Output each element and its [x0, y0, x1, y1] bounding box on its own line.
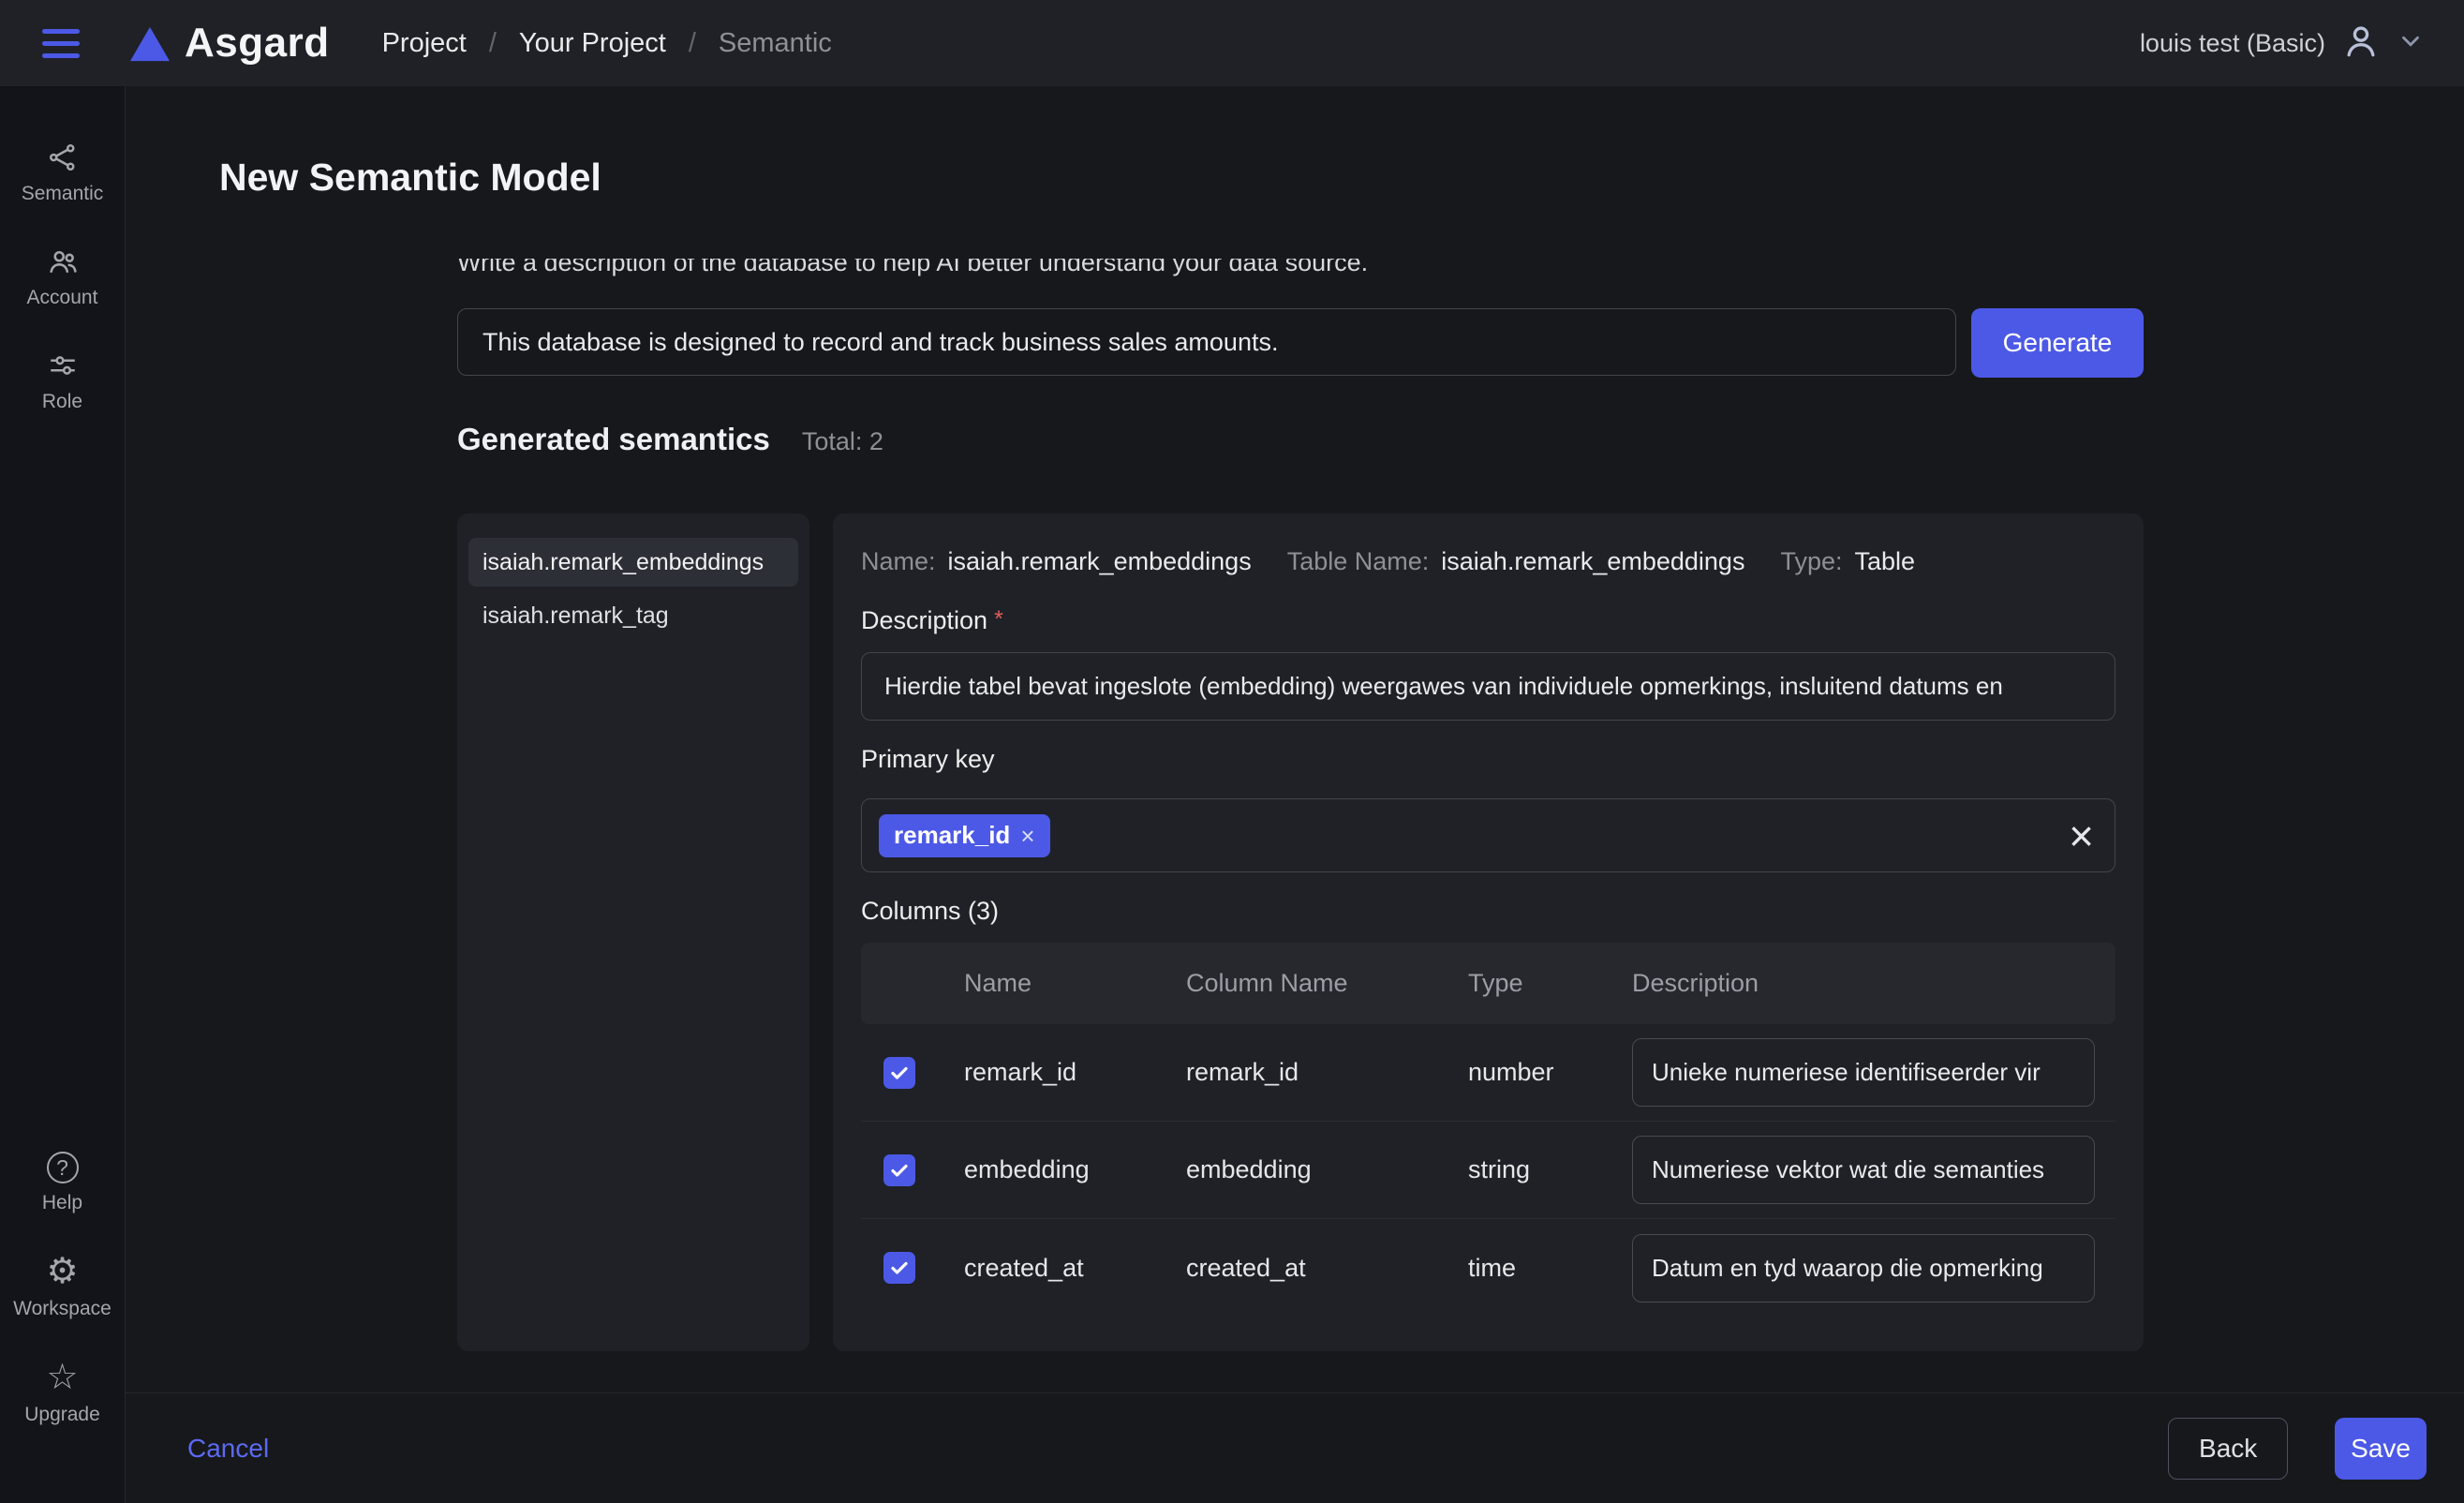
model-list-item[interactable]: isaiah.remark_embeddings	[468, 538, 798, 587]
meta-name: Name: isaiah.remark_embeddings	[861, 547, 1252, 576]
brand-name: Asgard	[185, 20, 330, 67]
columns-table-header: Name Column Name Type Description	[861, 943, 2115, 1024]
user-avatar-icon[interactable]	[2340, 21, 2382, 67]
column-description-input[interactable]	[1632, 1136, 2095, 1204]
breadcrumb-project[interactable]: Project	[382, 28, 467, 59]
footer-bar: Cancel Back Save	[126, 1392, 2464, 1503]
sidebar-item-workspace[interactable]: ⚙ Workspace	[0, 1254, 125, 1320]
cancel-button[interactable]: Cancel	[187, 1434, 269, 1464]
sidebar-item-label: Help	[42, 1192, 82, 1214]
generated-semantics-heading: Generated semantics	[457, 422, 770, 457]
cell-type: time	[1468, 1254, 1632, 1283]
row-checkbox[interactable]	[883, 1252, 915, 1284]
breadcrumb-your-project[interactable]: Your Project	[519, 28, 666, 59]
gear-icon: ⚙	[46, 1254, 78, 1289]
clear-icon[interactable]: ×	[2069, 814, 2094, 857]
cell-name: remark_id	[964, 1058, 1186, 1087]
sidebar-item-semantic[interactable]: Semantic	[0, 141, 125, 205]
sidebar-item-help[interactable]: ? Help	[0, 1152, 125, 1214]
model-name: isaiah.remark_embeddings	[482, 549, 764, 576]
model-meta-row: Name: isaiah.remark_embeddings Table Nam…	[861, 547, 2115, 576]
save-button[interactable]: Save	[2335, 1418, 2427, 1480]
primary-key-tag-label: remark_id	[894, 821, 1010, 850]
topbar-account-area: louis test (Basic)	[2140, 21, 2425, 67]
header-column-name: Column Name	[1186, 969, 1468, 998]
semantic-icon	[46, 141, 80, 174]
sidebar-item-label: Semantic	[22, 183, 104, 205]
column-description-input[interactable]	[1632, 1234, 2095, 1302]
columns-table: Name Column Name Type Description remark…	[861, 943, 2115, 1317]
breadcrumb-semantic: Semantic	[719, 28, 832, 59]
user-name: louis test (Basic)	[2140, 29, 2325, 58]
generate-button[interactable]: Generate	[1971, 308, 2144, 378]
sidebar-item-label: Upgrade	[24, 1404, 100, 1426]
meta-table-name: Table Name: isaiah.remark_embeddings	[1287, 547, 1745, 576]
sidebar-item-account[interactable]: Account	[0, 245, 125, 309]
cell-name: created_at	[964, 1254, 1186, 1283]
model-description-input[interactable]	[861, 652, 2115, 721]
primary-key-tag: remark_id ×	[879, 814, 1050, 857]
page-title: New Semantic Model	[219, 156, 601, 200]
cell-type: number	[1468, 1058, 1632, 1087]
cell-column-name: embedding	[1186, 1155, 1468, 1184]
help-icon: ?	[47, 1152, 79, 1183]
breadcrumb-separator: /	[689, 28, 696, 59]
model-list: isaiah.remark_embeddings isaiah.remark_t…	[457, 513, 809, 1351]
table-row: remark_id remark_id number	[861, 1024, 2115, 1122]
cell-name: embedding	[964, 1155, 1186, 1184]
cell-column-name: remark_id	[1186, 1058, 1468, 1087]
chevron-down-icon[interactable]	[2397, 27, 2425, 60]
sidebar-bottom-group: ? Help ⚙ Workspace ☆ Upgrade	[0, 1152, 125, 1466]
header-type: Type	[1468, 969, 1632, 998]
model-detail-card: Name: isaiah.remark_embeddings Table Nam…	[833, 513, 2144, 1351]
star-icon: ☆	[46, 1360, 78, 1395]
columns-heading: Columns (3)	[861, 897, 2115, 926]
database-description-row: Generate	[457, 308, 2144, 378]
required-asterisk: *	[994, 606, 1003, 633]
menu-icon[interactable]	[42, 29, 80, 58]
cell-type: string	[1468, 1155, 1632, 1184]
remove-tag-icon[interactable]: ×	[1020, 824, 1034, 848]
row-checkbox[interactable]	[883, 1057, 915, 1089]
meta-type: Type: Table	[1780, 547, 1915, 576]
breadcrumb: Project / Your Project / Semantic	[382, 28, 832, 59]
logo-icon[interactable]	[128, 23, 171, 63]
table-row: created_at created_at time	[861, 1219, 2115, 1317]
breadcrumb-separator: /	[489, 28, 497, 59]
model-name: isaiah.remark_tag	[482, 603, 669, 630]
header-description: Description	[1632, 969, 2115, 998]
back-button[interactable]: Back	[2168, 1418, 2288, 1480]
sidebar-item-upgrade[interactable]: ☆ Upgrade	[0, 1360, 125, 1426]
header-name: Name	[964, 969, 1186, 998]
generated-semantics-header: Generated semantics Total: 2	[457, 422, 883, 457]
primary-key-select[interactable]: remark_id × ×	[861, 798, 2115, 872]
sidebar-item-label: Account	[27, 287, 98, 309]
description-hint: Write a description of the database to h…	[457, 259, 1975, 277]
total-count: Total: 2	[802, 427, 883, 456]
sidebar-item-role[interactable]: Role	[0, 349, 125, 413]
model-list-item[interactable]: isaiah.remark_tag	[468, 591, 798, 640]
row-checkbox[interactable]	[883, 1154, 915, 1186]
sidebar-item-label: Role	[42, 391, 82, 413]
description-field-label: Description *	[861, 606, 2115, 635]
cell-column-name: created_at	[1186, 1254, 1468, 1283]
database-description-input[interactable]	[457, 308, 1956, 376]
table-row: embedding embedding string	[861, 1122, 2115, 1219]
account-icon	[46, 245, 80, 278]
primary-key-label: Primary key	[861, 745, 2115, 774]
sidebar-item-label: Workspace	[13, 1298, 111, 1320]
column-description-input[interactable]	[1632, 1038, 2095, 1107]
sidebar: Semantic Account Role ? He	[0, 86, 126, 1503]
main-content: New Semantic Model Write a description o…	[126, 86, 2464, 1503]
role-icon	[46, 349, 80, 382]
topbar: Asgard Project / Your Project / Semantic…	[0, 0, 2464, 86]
